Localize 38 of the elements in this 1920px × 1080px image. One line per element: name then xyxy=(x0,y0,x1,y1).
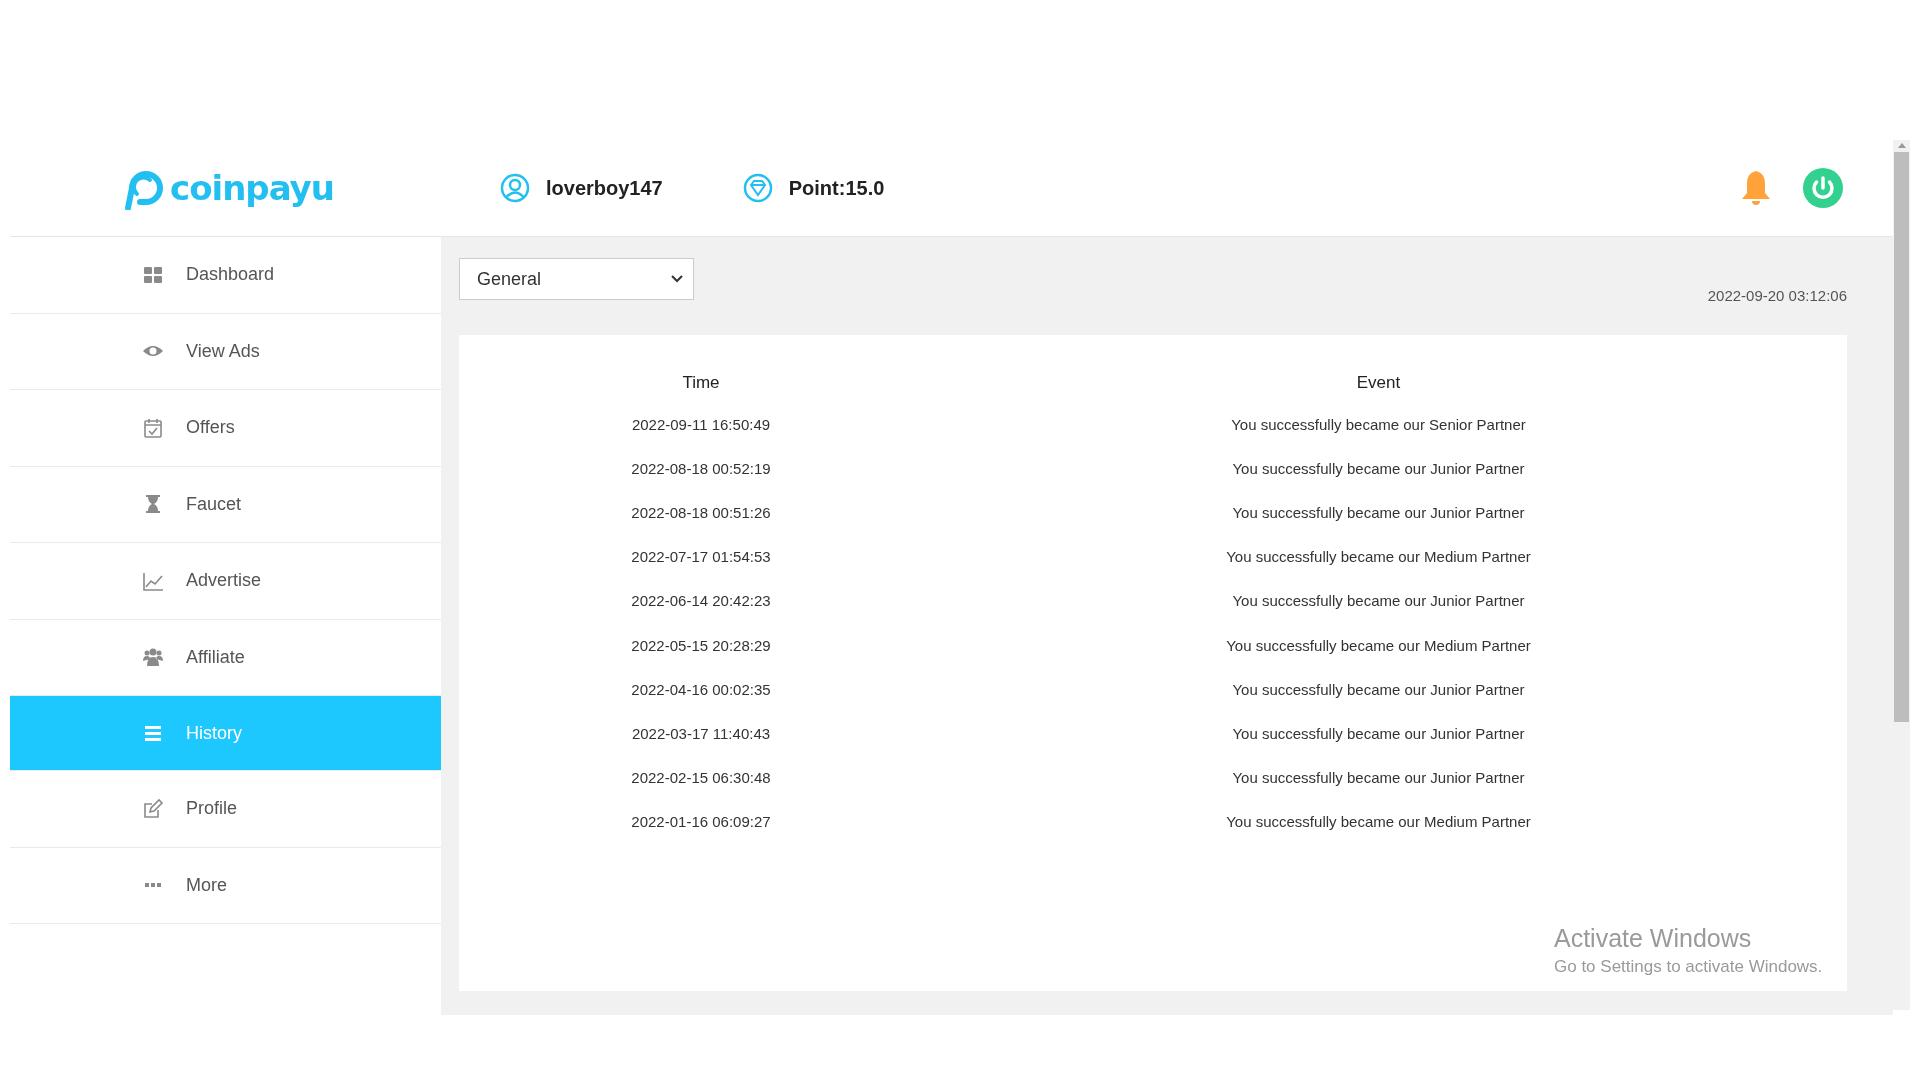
table-cell-text: You successfully became our Junior Partner xyxy=(1231,502,1526,523)
table-cell-text: 2022-02-15 06:30:48 xyxy=(630,768,772,789)
category-dropdown[interactable]: General xyxy=(459,258,694,300)
table-cell-text: 2022-09-11 16:50:49 xyxy=(630,414,772,435)
table-cell-text: 2022-01-16 06:09:27 xyxy=(630,812,772,833)
username: loverboy147 xyxy=(546,176,663,200)
calendar-check-icon xyxy=(142,416,164,439)
table-cell-text: You successfully became our Junior Partner xyxy=(1231,723,1526,744)
table-cell-text: You successfully became our Junior Partner xyxy=(1231,679,1526,700)
table-cell-text: You successfully became our Junior Partner xyxy=(1231,768,1526,789)
table-cell-text: 2022-04-16 00:02:35 xyxy=(630,679,772,700)
current-time: 2022-09-20 03:12:06 xyxy=(1707,287,1847,304)
table-cell-text: 2022-05-15 20:28:29 xyxy=(630,635,772,656)
power-icon[interactable] xyxy=(1803,168,1843,208)
table-cell-text: You successfully became our Medium Partner xyxy=(1225,635,1532,656)
column-header: Event xyxy=(1355,372,1402,394)
table-cell-text: 2022-08-18 00:51:26 xyxy=(630,502,772,523)
people-icon xyxy=(142,646,164,669)
table-cell-text: 2022-03-17 11:40:43 xyxy=(630,723,772,744)
column-header: Time xyxy=(681,372,721,394)
table-cell-text: You successfully became our Medium Partner xyxy=(1225,547,1532,568)
edit-icon xyxy=(142,797,164,820)
notification-bell-icon[interactable] xyxy=(1739,169,1773,207)
table-cell-text: You successfully became our Medium Partner xyxy=(1225,812,1532,833)
logo-text: coinpayu xyxy=(170,168,334,208)
dots-icon xyxy=(145,883,161,888)
table-cell-text: You successfully became our Junior Partner xyxy=(1231,458,1526,479)
table-cell-text: 2022-06-14 20:42:23 xyxy=(630,591,772,612)
table-cell-text: 2022-07-17 01:54:53 xyxy=(630,547,772,568)
table-cell-text: You successfully became our Junior Partner xyxy=(1231,591,1526,612)
table-cell-text: 2022-08-18 00:52:19 xyxy=(630,458,772,479)
points-label: Point:15.0 xyxy=(788,176,885,200)
table-cell-text: You successfully became our Senior Partner xyxy=(1230,414,1527,435)
activation-notice-title: Activate Windows xyxy=(1554,924,1753,953)
user-icon xyxy=(500,173,530,203)
chevron-down-icon xyxy=(671,275,683,283)
activation-notice-text: Go to Settings to activate Windows. xyxy=(1554,957,1823,977)
scrollbar[interactable] xyxy=(1893,140,1910,1010)
